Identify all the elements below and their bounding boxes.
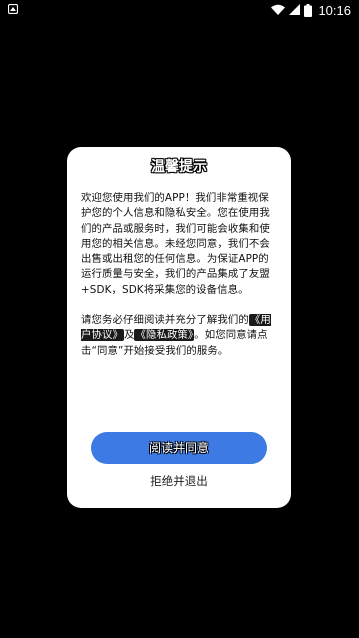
dialog-body: 欢迎您使用我们的APP！我们非常重视保护您的个人信息和隐私安全。您在使用我们的产… bbox=[81, 191, 279, 359]
welcome-paragraph: 欢迎您使用我们的APP！我们非常重视保护您的个人信息和隐私安全。您在使用我们的产… bbox=[81, 192, 270, 296]
privacy-dialog: 温馨提示 欢迎您使用我们的APP！我们非常重视保护您的个人信息和隐私安全。您在使… bbox=[67, 147, 291, 508]
decline-button[interactable]: 拒绝并退出 bbox=[91, 469, 267, 493]
cell-signal-icon bbox=[289, 4, 301, 15]
and-text: 及 bbox=[123, 329, 135, 342]
agreement-prefix: 请您务必仔细阅读并充分了解我们的 bbox=[81, 314, 249, 327]
battery-icon bbox=[304, 3, 313, 17]
status-time: 10:16 bbox=[318, 2, 351, 18]
screen: 10:16 温馨提示 欢迎您使用我们的APP！我们非常重视保护您的个人信息和隐私… bbox=[0, 0, 359, 638]
agree-button[interactable]: 阅读并同意 bbox=[91, 432, 267, 464]
status-icons: 10:16 bbox=[271, 2, 351, 18]
privacy-policy-link[interactable]: 《隐私政策》 bbox=[134, 329, 195, 342]
status-bar: 10:16 bbox=[0, 0, 359, 20]
app-notification-icon bbox=[8, 4, 18, 14]
agreement-paragraph: 请您务必仔细阅读并充分了解我们的《用户协议》及《隐私政策》。如您同意请点击“同意… bbox=[81, 313, 279, 359]
wifi-icon bbox=[271, 4, 286, 15]
dialog-title: 温馨提示 bbox=[151, 159, 207, 175]
